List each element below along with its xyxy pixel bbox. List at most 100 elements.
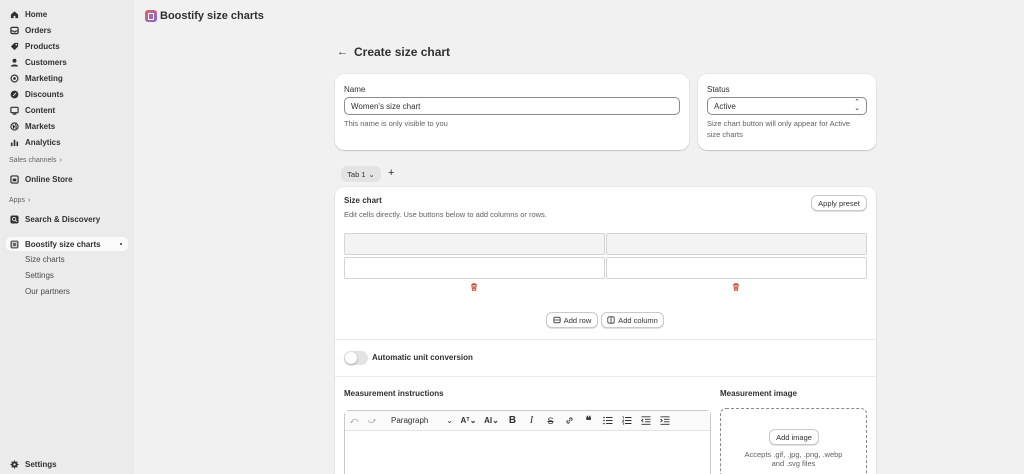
sidebar-item-label: Orders (25, 25, 52, 35)
delete-column-trash-icon[interactable] (732, 283, 740, 291)
sidebar-subitem-settings[interactable]: Settings (25, 271, 54, 280)
chevron-down-icon: ⌄ (368, 169, 375, 179)
measurement-image-title: Measurement image (720, 389, 797, 398)
apps-heading[interactable]: Apps › (9, 197, 30, 204)
quote-icon[interactable]: ❝ (579, 411, 598, 431)
size-chart-subtitle: Edit cells directly. Use buttons below t… (344, 210, 547, 219)
add-column-button[interactable]: Add column (601, 312, 664, 328)
image-dropzone[interactable]: Add image Accepts .gif, .jpg, .png, .web… (720, 408, 867, 474)
boostify-logo-icon (145, 10, 157, 22)
name-input[interactable]: Women's size chart (344, 97, 680, 115)
sidebar-item-label: Home (25, 9, 48, 19)
app-header: Boostify size charts (134, 0, 1024, 32)
sidebar-item-label: Boostify size charts (25, 239, 101, 249)
paragraph-format-select[interactable]: Paragraph ⌄ (381, 411, 457, 431)
name-help-text: This name is only visible to you (344, 119, 448, 128)
chevron-right-icon: › (27, 197, 31, 204)
apps-label: Apps (9, 197, 25, 204)
add-image-button[interactable]: Add image (769, 429, 819, 445)
delete-column-trash-icon[interactable] (470, 283, 478, 291)
sidebar-item-discounts[interactable]: Discounts (6, 87, 128, 101)
editor-toolbar: ⤺ ⤻ Paragraph ⌄ Aᵀ⌄ AI⌄ B I S ❝ (345, 411, 710, 431)
pin-dot-icon (120, 243, 122, 245)
outdent-icon[interactable] (636, 411, 655, 431)
status-help-line1: Size chart button will only appear for A… (707, 119, 850, 128)
store-icon (10, 174, 19, 184)
status-label: Status (707, 85, 730, 94)
sidebar-item-marketing[interactable]: Marketing (6, 71, 128, 85)
sidebar-item-settings[interactable]: Settings (6, 457, 128, 471)
add-row-button[interactable]: Add row (546, 312, 598, 328)
sidebar-item-products[interactable]: Products (6, 39, 128, 53)
status-select-value: Active (714, 101, 736, 111)
orders-icon (10, 26, 19, 35)
marketing-icon (10, 73, 19, 83)
table-header-cell[interactable] (606, 233, 867, 255)
italic-icon[interactable]: I (522, 411, 541, 431)
bold-icon[interactable]: B (503, 411, 522, 431)
table-cell[interactable] (344, 257, 605, 279)
divider (335, 376, 876, 377)
back-arrow-icon[interactable]: ← (337, 46, 348, 58)
sidebar-item-label: Discounts (25, 89, 64, 99)
status-select[interactable]: Active ⌃ ⌄ (707, 97, 867, 115)
add-column-label: Add column (618, 315, 658, 325)
divider (335, 339, 876, 340)
undo-icon[interactable]: ⤺ (345, 411, 363, 431)
sidebar-item-search-discovery[interactable]: Search & Discovery (6, 212, 128, 226)
add-tab-button[interactable]: + (388, 167, 394, 179)
sidebar-item-label: Content (25, 105, 56, 115)
sidebar: Home Orders Products Customers Marketing… (0, 0, 134, 474)
sidebar-item-markets[interactable]: Markets (6, 119, 128, 133)
sidebar-item-orders[interactable]: Orders (6, 23, 128, 37)
sales-channels-label: Sales channels (9, 157, 57, 164)
tab-label: Tab 1 (347, 169, 366, 179)
sidebar-item-online-store[interactable]: Online Store (6, 172, 128, 186)
name-label: Name (344, 85, 366, 94)
sidebar-item-content[interactable]: Content (6, 103, 128, 117)
sidebar-subitem-our-partners[interactable]: Our partners (25, 287, 70, 296)
chevron-down-icon: ⌄ (446, 416, 453, 425)
table-header-cell[interactable] (344, 233, 605, 255)
select-arrows-icon: ⌃ ⌄ (854, 99, 860, 112)
customers-icon (10, 58, 19, 67)
sidebar-item-home[interactable]: Home (6, 7, 128, 21)
rich-text-editor[interactable]: ⤺ ⤻ Paragraph ⌄ Aᵀ⌄ AI⌄ B I S ❝ (344, 410, 711, 474)
measurement-instructions-title: Measurement instructions (344, 389, 444, 398)
indent-icon[interactable] (655, 411, 674, 431)
app-title: Boostify size charts (160, 10, 264, 22)
sidebar-item-label: Customers (25, 57, 67, 67)
content-icon (10, 106, 19, 115)
numbered-list-icon[interactable] (617, 411, 636, 431)
products-icon (10, 42, 19, 51)
sidebar-item-analytics[interactable]: Analytics (6, 135, 128, 149)
redo-icon[interactable]: ⤻ (363, 411, 381, 431)
bullet-list-icon[interactable] (598, 411, 617, 431)
sales-channels-heading[interactable]: Sales channels › (9, 157, 62, 164)
unit-conversion-toggle[interactable] (344, 351, 368, 365)
add-row-icon (553, 316, 561, 324)
apply-preset-button[interactable]: Apply preset (811, 195, 867, 211)
chevron-right-icon: › (59, 157, 62, 164)
sidebar-subitem-size-charts[interactable]: Size charts (25, 255, 65, 264)
status-card: Status Active ⌃ ⌄ Size chart button will … (698, 74, 876, 150)
unit-conversion-label: Automatic unit conversion (372, 353, 473, 362)
sidebar-item-label: Markets (25, 121, 56, 131)
paragraph-label: Paragraph (391, 416, 429, 425)
page-title-row: ← Create size chart (337, 45, 450, 59)
sidebar-item-boostify[interactable]: Boostify size charts (6, 237, 128, 251)
sidebar-item-label: Online Store (25, 174, 73, 184)
search-discovery-icon (10, 214, 19, 224)
link-icon[interactable] (560, 411, 579, 431)
add-row-label: Add row (563, 315, 592, 325)
font-size-icon[interactable]: Aᵀ⌄ (457, 411, 480, 431)
text-case-icon[interactable]: AI⌄ (480, 411, 503, 431)
strikethrough-icon[interactable]: S (541, 411, 560, 431)
sidebar-item-customers[interactable]: Customers (6, 55, 128, 69)
tab-1[interactable]: Tab 1 ⌄ (341, 166, 381, 182)
name-card: Name Women's size chart This name is onl… (335, 74, 689, 150)
sidebar-item-label: Analytics (25, 137, 61, 147)
table-cell[interactable] (606, 257, 867, 279)
boostify-app-icon (10, 239, 19, 249)
sidebar-item-label: Search & Discovery (25, 214, 101, 224)
